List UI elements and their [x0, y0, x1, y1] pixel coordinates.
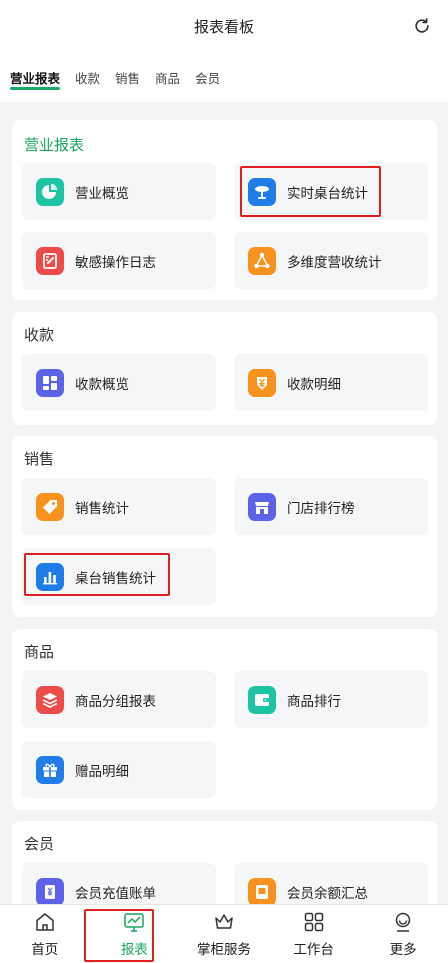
pie-chart-icon [36, 177, 64, 206]
report-item-label: 会员充值账单 [75, 885, 156, 902]
nav-label: 更多 [389, 942, 417, 958]
table-icon [248, 177, 276, 206]
nav-workbench[interactable]: 工作台 [269, 905, 359, 963]
tab-business-report[interactable]: 营业报表 [10, 52, 61, 102]
nav-label: 掌柜服务 [196, 942, 251, 958]
gift-icon [36, 755, 64, 784]
tab-label: 收款 [75, 70, 101, 86]
report-item-sensitive-log[interactable]: 敏感操作日志 [22, 232, 216, 289]
header-bar: 报表看板 [0, 0, 448, 52]
nav-label: 首页 [31, 942, 59, 958]
section-business: 营业报表 营业概览 实时桌台统计 敏感操作日志 多维度营收统计 [12, 120, 437, 300]
report-item-store-ranking[interactable]: 门店排行榜 [234, 478, 428, 535]
report-item-table-sales[interactable]: 桌台销售统计 [22, 548, 216, 605]
apps-grid-icon [304, 912, 323, 932]
report-item-goods-ranking[interactable]: 商品排行 [234, 671, 428, 728]
section-title: 会员 [24, 835, 55, 853]
report-item-member-balance[interactable]: 会员余额汇总 [234, 863, 428, 904]
yen-icon [248, 368, 276, 397]
tag-icon [36, 492, 64, 521]
nav-label: 工作台 [293, 942, 334, 958]
report-item-label: 桌台销售统计 [75, 570, 156, 587]
section-title: 商品 [24, 643, 55, 661]
nav-shopkeeper-service[interactable]: 掌柜服务 [179, 905, 269, 963]
nav-home[interactable]: 首页 [0, 905, 90, 963]
home-icon [36, 913, 54, 931]
report-item-label: 收款概览 [75, 376, 129, 393]
section-goods: 商品 商品分组报表 商品排行 赠品明细 [12, 629, 437, 810]
balance-icon [248, 877, 276, 904]
grid-icon [36, 368, 64, 397]
tab-sales[interactable]: 销售 [115, 52, 140, 102]
report-item-label: 收款明细 [287, 376, 341, 393]
report-item-label: 会员余额汇总 [287, 885, 368, 902]
tab-payment[interactable]: 收款 [75, 52, 100, 102]
more-icon [395, 912, 411, 932]
bar-chart-icon [36, 562, 64, 591]
report-item-label: 商品分组报表 [75, 693, 156, 710]
report-monitor-icon [124, 913, 145, 932]
section-title: 收款 [24, 326, 55, 344]
report-item-gift-detail[interactable]: 赠品明细 [22, 741, 216, 798]
report-item-payment-detail[interactable]: 收款明细 [234, 354, 428, 411]
section-title: 销售 [24, 450, 55, 468]
category-tabs: 营业报表 收款 销售 商品 会员 [0, 52, 448, 102]
report-item-label: 赠品明细 [75, 763, 129, 780]
report-item-multidim-revenue[interactable]: 多维度营收统计 [234, 232, 428, 289]
tab-goods[interactable]: 商品 [155, 52, 180, 102]
tab-members[interactable]: 会员 [195, 52, 220, 102]
report-item-payment-overview[interactable]: 收款概览 [22, 354, 216, 411]
wallet-icon [248, 685, 276, 714]
report-item-business-overview[interactable]: 营业概览 [22, 163, 216, 220]
tab-label: 销售 [115, 70, 141, 86]
nav-report[interactable]: 报表 [83, 905, 180, 963]
tab-label: 营业报表 [10, 70, 61, 86]
section-sales: 销售 销售统计 门店排行榜 桌台销售统计 [12, 436, 437, 617]
report-item-realtime-table[interactable]: 实时桌台统计 [234, 163, 428, 220]
report-item-label: 销售统计 [75, 500, 129, 517]
report-item-label: 多维度营收统计 [287, 254, 382, 271]
refresh-icon[interactable] [412, 16, 432, 36]
section-members: 会员 会员充值账单 会员余额汇总 [12, 821, 437, 904]
report-item-goods-group[interactable]: 商品分组报表 [22, 671, 216, 728]
layers-icon [36, 685, 64, 714]
report-item-label: 实时桌台统计 [287, 185, 368, 202]
tab-label: 会员 [195, 70, 221, 86]
report-item-sales-stats[interactable]: 销售统计 [22, 478, 216, 535]
bottom-navigation: 首页 报表 掌柜服务 工作台 更多 [0, 904, 448, 963]
section-payment: 收款 收款概览 收款明细 [12, 312, 437, 425]
report-item-label: 敏感操作日志 [75, 254, 156, 271]
store-icon [248, 492, 276, 521]
report-item-label: 门店排行榜 [287, 500, 355, 517]
tab-label: 商品 [155, 70, 181, 86]
active-tab-indicator [10, 87, 61, 90]
section-title: 营业报表 [24, 136, 85, 154]
crown-icon [215, 914, 233, 929]
dimension-icon [248, 246, 276, 275]
report-content[interactable]: 营业报表 营业概览 实时桌台统计 敏感操作日志 多维度营收统计 收款 收款概览 … [0, 102, 448, 904]
report-item-member-recharge[interactable]: 会员充值账单 [22, 863, 216, 904]
report-item-label: 商品排行 [287, 693, 341, 710]
page-title: 报表看板 [193, 17, 254, 36]
nav-label: 报表 [120, 942, 148, 958]
recharge-icon [36, 877, 64, 904]
report-item-label: 营业概览 [75, 185, 129, 202]
log-edit-icon [36, 246, 64, 275]
nav-more[interactable]: 更多 [358, 905, 448, 963]
